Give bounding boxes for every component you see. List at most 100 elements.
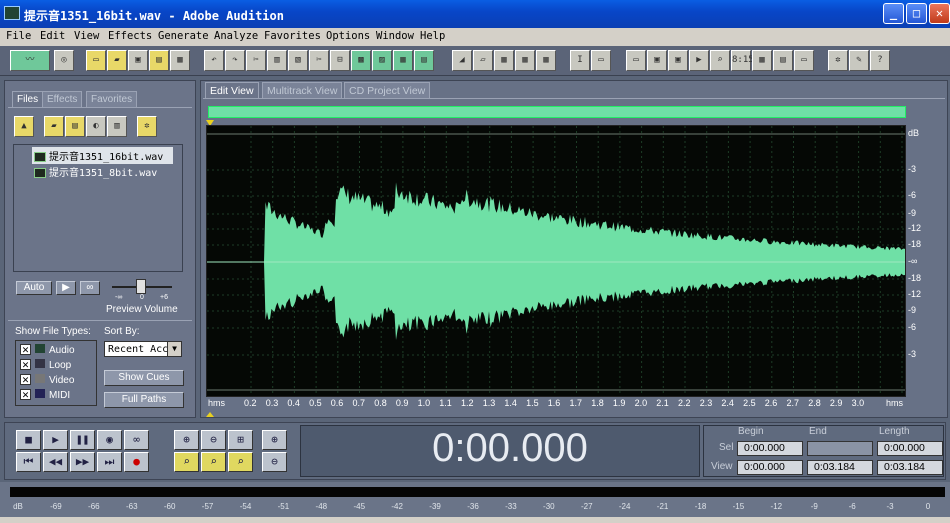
play-to-end-button[interactable]: ◉ (97, 430, 122, 450)
zoom-out-v-icon[interactable]: ⊖ (262, 452, 287, 472)
import-file-icon[interactable]: ▲ (14, 116, 34, 137)
tab-files[interactable]: Files (12, 91, 44, 107)
save-all-icon[interactable]: ▤ (149, 50, 169, 71)
copy-icon[interactable]: ▥ (267, 50, 287, 71)
sel-length-field[interactable]: 0:00.000 (877, 441, 943, 456)
edit-file-icon[interactable]: ◐ (86, 116, 106, 137)
checkbox[interactable]: ✕ (20, 389, 31, 400)
preview-loop-button[interactable]: ∞ (80, 281, 100, 295)
list-item[interactable]: 提示音1351_8bit.wav (32, 163, 159, 180)
view-length-field[interactable]: 0:03.184 (877, 460, 943, 475)
new-file-icon[interactable]: ▭ (86, 50, 106, 71)
play-view-icon[interactable]: ▶ (689, 50, 709, 71)
file-options-icon[interactable]: ✲ (137, 116, 157, 137)
close-button[interactable]: ✕ (929, 3, 950, 24)
menu-analyze[interactable]: Analyze (214, 30, 258, 42)
filter-video[interactable]: ✕ Video (20, 374, 74, 386)
sel-begin-field[interactable]: 0:00.000 (737, 441, 803, 456)
menu-edit[interactable]: Edit (40, 30, 65, 42)
tab-favorites[interactable]: Favorites (86, 91, 138, 107)
settings-icon[interactable]: ✲ (828, 50, 848, 71)
menu-generate[interactable]: Generate (158, 30, 209, 42)
menu-options[interactable]: Options (326, 30, 370, 42)
checkbox[interactable]: ✕ (20, 344, 31, 355)
time-selection-icon[interactable]: I (570, 50, 590, 71)
spectral-icon[interactable]: ▦ (494, 50, 514, 71)
loop-button[interactable]: ∞ (124, 430, 149, 450)
menu-window[interactable]: Window (376, 30, 414, 42)
edit-view-toggle-icon[interactable]: 〰 (10, 50, 50, 71)
pause-button[interactable]: ❚❚ (70, 430, 95, 450)
go-to-end-button[interactable]: ⏭ (97, 452, 122, 472)
help-icon[interactable]: ? (870, 50, 890, 71)
color-icon[interactable]: ▤ (773, 50, 793, 71)
open-file-icon[interactable]: ▰ (107, 50, 127, 71)
checkbox[interactable]: ✕ (20, 359, 31, 370)
keyboard-icon[interactable]: ▦ (752, 50, 772, 71)
envelope-icon[interactable]: ◢ (452, 50, 472, 71)
silence-icon[interactable]: ▦ (393, 50, 413, 71)
window-icon[interactable]: ▭ (794, 50, 814, 71)
insert-multitrack-icon[interactable]: ▥ (107, 116, 127, 137)
redo-icon[interactable]: ↷ (225, 50, 245, 71)
paste-new-icon[interactable]: ▨ (372, 50, 392, 71)
zoom-right-icon[interactable]: ⌕ (228, 452, 253, 472)
chevron-down-icon[interactable]: ▼ (167, 342, 181, 356)
save-icon[interactable]: ▣ (128, 50, 148, 71)
menu-view[interactable]: View (74, 30, 99, 42)
menu-favorites[interactable]: Favorites (264, 30, 321, 42)
close-files-icon[interactable]: ▤ (65, 116, 85, 137)
zoom-out-h-icon[interactable]: ⊖ (201, 430, 226, 450)
scissors-icon[interactable]: ✂ (309, 50, 329, 71)
preview-volume-slider[interactable] (136, 279, 146, 294)
show-cues-button[interactable]: Show Cues (104, 370, 184, 386)
sel-end-field[interactable] (807, 441, 873, 456)
view-end-field[interactable]: 0:03.184 (807, 460, 873, 475)
mix-paste-icon[interactable]: ▩ (351, 50, 371, 71)
preview-play-button[interactable]: ▶ (56, 281, 76, 295)
list-item[interactable]: 提示音1351_16bit.wav (32, 147, 174, 164)
sort-by-select[interactable]: Recent Acc ▼ (104, 341, 182, 357)
view-1-icon[interactable]: ▭ (626, 50, 646, 71)
forward-button[interactable]: ▶▶ (70, 452, 95, 472)
counter-icon[interactable]: 8:15 (731, 50, 754, 71)
marquee-icon[interactable]: ▭ (591, 50, 611, 71)
view-begin-field[interactable]: 0:00.000 (737, 460, 803, 475)
full-paths-button[interactable]: Full Paths (104, 392, 184, 408)
auto-play-button[interactable]: Auto (16, 281, 52, 295)
cd-icon[interactable]: ◎ (54, 50, 74, 71)
zoom-left-icon[interactable]: ⌕ (201, 452, 226, 472)
undo-icon[interactable]: ↶ (204, 50, 224, 71)
grid-icon[interactable]: ▦ (515, 50, 535, 71)
grid2-icon[interactable]: ▦ (536, 50, 556, 71)
menu-file[interactable]: File (6, 30, 31, 42)
insert-silence-icon[interactable]: ▤ (414, 50, 434, 71)
tab-effects[interactable]: Effects (42, 91, 83, 107)
script-icon[interactable]: ✎ (849, 50, 869, 71)
view-2-icon[interactable]: ▣ (647, 50, 667, 71)
stop-button[interactable]: ■ (16, 430, 41, 450)
filter-audio[interactable]: ✕ Audio (20, 344, 75, 356)
filter-midi[interactable]: ✕ MIDI (20, 389, 70, 401)
menu-effects[interactable]: Effects (108, 30, 152, 42)
close-file-icon[interactable]: ▦ (170, 50, 190, 71)
app-icon[interactable] (4, 6, 20, 20)
open-folder-icon[interactable]: ▰ (44, 116, 64, 137)
view-3-icon[interactable]: ▣ (668, 50, 688, 71)
trim-icon[interactable]: ⊟ (330, 50, 350, 71)
overview-bar[interactable] (208, 106, 906, 118)
zoom-selection-icon[interactable]: ⌕ (174, 452, 199, 472)
maximize-button[interactable]: □ (906, 3, 927, 24)
zoom-full-icon[interactable]: ⊞ (228, 430, 253, 450)
rewind-button[interactable]: ◀◀ (43, 452, 68, 472)
minimize-button[interactable]: _ (883, 3, 904, 24)
tab-multitrack-view[interactable]: Multitrack View (262, 82, 343, 98)
cut-icon[interactable]: ✂ (246, 50, 266, 71)
zoom-in-v-icon[interactable]: ⊕ (262, 430, 287, 450)
frequency-icon[interactable]: ▱ (473, 50, 493, 71)
end-marker-icon[interactable] (206, 412, 214, 417)
tab-cd-project-view[interactable]: CD Project View (344, 82, 431, 98)
waveform-display[interactable] (206, 125, 906, 397)
zoom-in-h-icon[interactable]: ⊕ (174, 430, 199, 450)
menu-help[interactable]: Help (420, 30, 445, 42)
